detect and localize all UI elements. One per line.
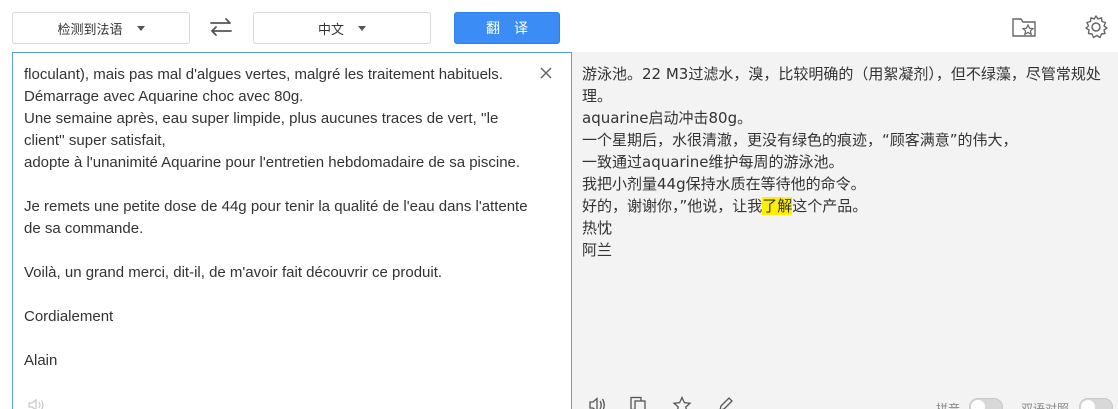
star-icon[interactable] [672,396,692,409]
speaker-icon[interactable] [27,398,47,409]
translation-toolbar: 拼音 双语对照 [572,396,1118,409]
translation-segment: 这个产品。 [792,197,868,215]
source-language-label: 检测到法语 [57,21,123,37]
translation-line: 阿兰 [582,241,613,259]
swap-languages-icon[interactable] [205,13,237,41]
translate-button[interactable]: 翻译 [454,12,560,44]
highlighted-word[interactable]: 了解 [762,197,793,215]
bilingual-label: 双语对照 [1021,402,1070,409]
speaker-icon[interactable] [588,396,608,409]
translation-line: 一个星期后，水很清澈，更没有绿色的痕迹，“顾客满意”的伟大， [582,131,1018,149]
pinyin-toggle[interactable] [969,398,1003,409]
bilingual-toggle[interactable] [1079,398,1113,409]
close-icon[interactable] [539,66,553,80]
translation-line: 我把小剂量44g保持水质在等待他的命令。 [582,175,866,193]
edit-icon[interactable] [716,396,736,409]
translation-line: 一致通过aquarine维护每周的游泳池。 [582,153,844,171]
copy-icon[interactable] [628,396,648,409]
chevron-down-icon [358,25,366,31]
pinyin-label: 拼音 [936,402,961,409]
favorites-folder-icon[interactable] [1011,15,1039,39]
toolbar: 检测到法语 中文 翻译 [0,0,1118,52]
target-language-label: 中文 [317,21,344,37]
translation-line: 热忱 [582,219,613,237]
source-language-select[interactable]: 检测到法语 [12,12,190,44]
translate-button-label: 翻译 [486,20,542,36]
target-language-select[interactable]: 中文 [253,12,431,44]
source-text[interactable]: floculant), mais pas mal d'algues vertes… [24,64,534,372]
translation-text[interactable]: 游泳池。22 M3过滤水，溴，比较明确的（用絮凝剂），但不绿藻，尽管常规处理。 … [582,63,1108,261]
translation-line: aquarine启动冲击80g。 [582,109,753,127]
translation-line: 好的，谢谢你，”他说，让我了解这个产品。 [582,195,1108,217]
gear-icon[interactable] [1083,14,1109,40]
chevron-down-icon [136,25,145,31]
translation-line: 游泳池。22 M3过滤水，溴，比较明确的（用絮凝剂），但不绿藻，尽管常规处理。 [582,65,1101,105]
source-text-area[interactable]: floculant), mais pas mal d'algues vertes… [12,52,572,409]
translation-segment: 好的，谢谢你，”他说，让我 [582,197,763,215]
translation-result-panel: 游泳池。22 M3过滤水，溴，比较明确的（用絮凝剂），但不绿藻，尽管常规处理。 … [572,52,1118,409]
